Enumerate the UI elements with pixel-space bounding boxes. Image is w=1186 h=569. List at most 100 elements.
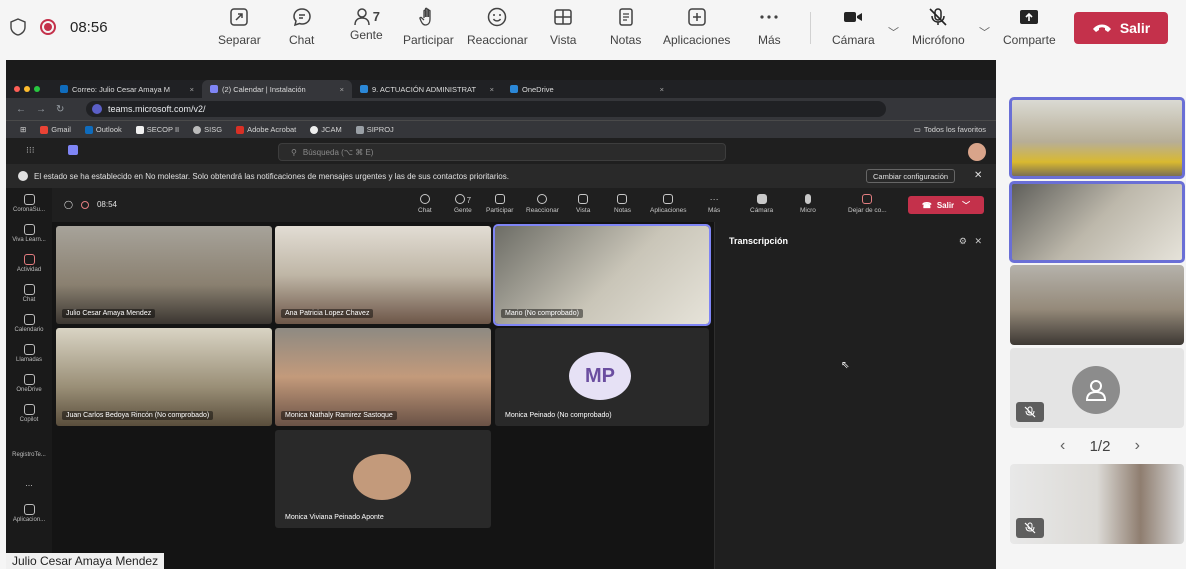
bookmarks-bar: ⊞ Gmail Outlook SECOP II SISG Adobe Acro… bbox=[6, 120, 996, 138]
tab-favicon bbox=[360, 85, 368, 93]
meeting-toolbar: 08:56 Separar Chat 7 Gente Participar Re… bbox=[0, 0, 1186, 56]
camera-button[interactable]: Cámara bbox=[832, 6, 875, 52]
inner-view-button: Vista bbox=[576, 194, 590, 214]
people-button[interactable]: 7 Gente bbox=[350, 6, 383, 52]
leave-button[interactable]: Salir bbox=[1074, 12, 1168, 44]
participant-tile: Julio Cesar Amaya Mendez bbox=[56, 226, 272, 324]
all-bookmarks: ▭ Todos los favoritos bbox=[913, 125, 986, 134]
transcript-panel: Transcripción ⚙ ✕ ⇖ bbox=[714, 222, 996, 569]
site-icon bbox=[92, 104, 102, 114]
panel-title: Transcripción bbox=[729, 236, 789, 246]
window-controls bbox=[14, 86, 40, 92]
bookmark-item: SISG bbox=[193, 125, 222, 134]
smiley-icon bbox=[488, 7, 507, 27]
share-button[interactable]: Comparte bbox=[1003, 6, 1056, 52]
view-button[interactable]: Vista bbox=[550, 6, 576, 52]
inner-apps-button: Aplicaciones bbox=[650, 194, 687, 214]
share-screen-icon bbox=[1020, 10, 1039, 24]
separate-button[interactable]: Separar bbox=[218, 6, 261, 52]
gallery-tile[interactable] bbox=[1009, 181, 1185, 263]
apps-grid-icon: ⊞ bbox=[20, 125, 27, 134]
hang-up-icon bbox=[1092, 24, 1111, 32]
avatar bbox=[353, 454, 411, 500]
browser-tab: (2) Calendar | Instalación × bbox=[202, 80, 352, 98]
shield-icon bbox=[10, 18, 26, 36]
close-icon: × bbox=[189, 84, 194, 94]
address-bar: teams.microsoft.com/v2/ bbox=[86, 101, 886, 117]
bookmark-item: Adobe Acrobat bbox=[236, 125, 296, 134]
inner-stop-share-button: Dejar de co... bbox=[848, 194, 887, 214]
participant-tile: Juan Carlos Bedoya Rincón (No comprobado… bbox=[56, 328, 272, 426]
avatar bbox=[968, 143, 986, 161]
avatar bbox=[1072, 366, 1120, 414]
inner-leave-button: ☎ Salir ﹀ bbox=[908, 196, 984, 214]
browser-tab: OneDrive × bbox=[502, 80, 672, 98]
page-indicator: 1/2 bbox=[1089, 437, 1111, 455]
notes-icon bbox=[618, 8, 633, 26]
notes-button[interactable]: Notas bbox=[610, 6, 641, 52]
inner-react-button: Reaccionar bbox=[526, 194, 559, 214]
tab-favicon bbox=[60, 85, 68, 93]
camera-options-chevron-icon[interactable]: ﹀ bbox=[888, 24, 899, 40]
gallery-tile[interactable] bbox=[1010, 464, 1184, 544]
gallery-tile[interactable] bbox=[1009, 97, 1185, 179]
teams-logo-icon bbox=[68, 145, 78, 155]
recording-icon bbox=[40, 19, 56, 35]
pop-out-icon bbox=[230, 8, 249, 26]
folder-icon: ▭ bbox=[913, 125, 921, 134]
inner-mic-button: Micro bbox=[800, 194, 816, 214]
participant-tile: MP Monica Peinado (No comprobado) bbox=[495, 328, 709, 426]
more-button[interactable]: Más bbox=[758, 6, 781, 52]
apps-button[interactable]: Aplicaciones bbox=[663, 6, 730, 52]
chevron-right-icon[interactable]: › bbox=[1135, 437, 1140, 455]
chat-button[interactable]: Chat bbox=[289, 6, 314, 52]
react-button[interactable]: Reaccionar bbox=[467, 6, 528, 52]
chevron-left-icon[interactable]: ‹ bbox=[1060, 437, 1065, 455]
rail-item: Calendario bbox=[6, 314, 52, 333]
bookmark-item: Outlook bbox=[84, 125, 122, 134]
rail-item: ... bbox=[25, 478, 33, 488]
bookmark-item: SIPROJ bbox=[355, 125, 394, 134]
more-icon bbox=[760, 15, 778, 19]
close-icon: × bbox=[339, 84, 344, 94]
rail-item: Copilot bbox=[6, 404, 52, 423]
tab-favicon bbox=[210, 85, 218, 93]
bookmark-item: Gmail bbox=[40, 125, 71, 134]
inner-app-rail: CoronaSu... Viva Learn... Actividad Chat… bbox=[6, 188, 52, 569]
microphone-button[interactable]: Micrófono bbox=[912, 6, 965, 52]
info-icon bbox=[18, 171, 28, 181]
forward-icon: → bbox=[36, 103, 46, 115]
reload-icon: ↻ bbox=[56, 103, 65, 115]
mic-off-icon bbox=[1016, 518, 1044, 538]
close-icon: ✕ bbox=[974, 170, 983, 181]
bookmark-item: SECOP II bbox=[135, 125, 179, 134]
do-not-disturb-banner: El estado se ha establecido en No molest… bbox=[6, 164, 996, 188]
participate-button[interactable]: Participar bbox=[403, 6, 454, 52]
browser-tab: Correo: Julio Cesar Amaya M × bbox=[52, 80, 202, 98]
mic-options-chevron-icon[interactable]: ﹀ bbox=[979, 24, 990, 40]
inner-chat-button: Chat bbox=[418, 194, 432, 214]
rail-item: Llamadas bbox=[6, 344, 52, 363]
inner-notes-button: Notas bbox=[614, 194, 631, 214]
raise-hand-icon bbox=[419, 7, 431, 26]
bookmark-item: JCAM bbox=[310, 125, 342, 134]
person-icon bbox=[1085, 380, 1107, 401]
inner-camera-button: Cámara bbox=[750, 194, 773, 214]
avatar: MP bbox=[569, 352, 631, 400]
toolbar-divider bbox=[810, 12, 811, 44]
gallery-pager: ‹ 1/2 › bbox=[1060, 436, 1140, 456]
camera-icon bbox=[844, 12, 863, 22]
grid-view-icon bbox=[554, 9, 572, 25]
search-icon: ⚲ bbox=[291, 147, 297, 157]
mic-off-icon bbox=[1016, 402, 1044, 422]
rail-item: Aplicacion... bbox=[6, 504, 52, 523]
inner-participate-button: Participar bbox=[486, 194, 513, 214]
close-icon: × bbox=[659, 84, 664, 94]
inner-search-box: ⚲ Búsqueda (⌥ ⌘ E) bbox=[278, 143, 726, 161]
gallery-tile[interactable] bbox=[1010, 348, 1184, 428]
participant-tile: Monica Viviana Peinado Aponte bbox=[275, 430, 491, 528]
gallery-tile[interactable] bbox=[1010, 265, 1184, 345]
hang-up-icon: ☎ bbox=[921, 200, 932, 210]
shared-screen: Correo: Julio Cesar Amaya M × (2) Calenda… bbox=[6, 60, 996, 569]
add-app-icon bbox=[687, 8, 706, 26]
